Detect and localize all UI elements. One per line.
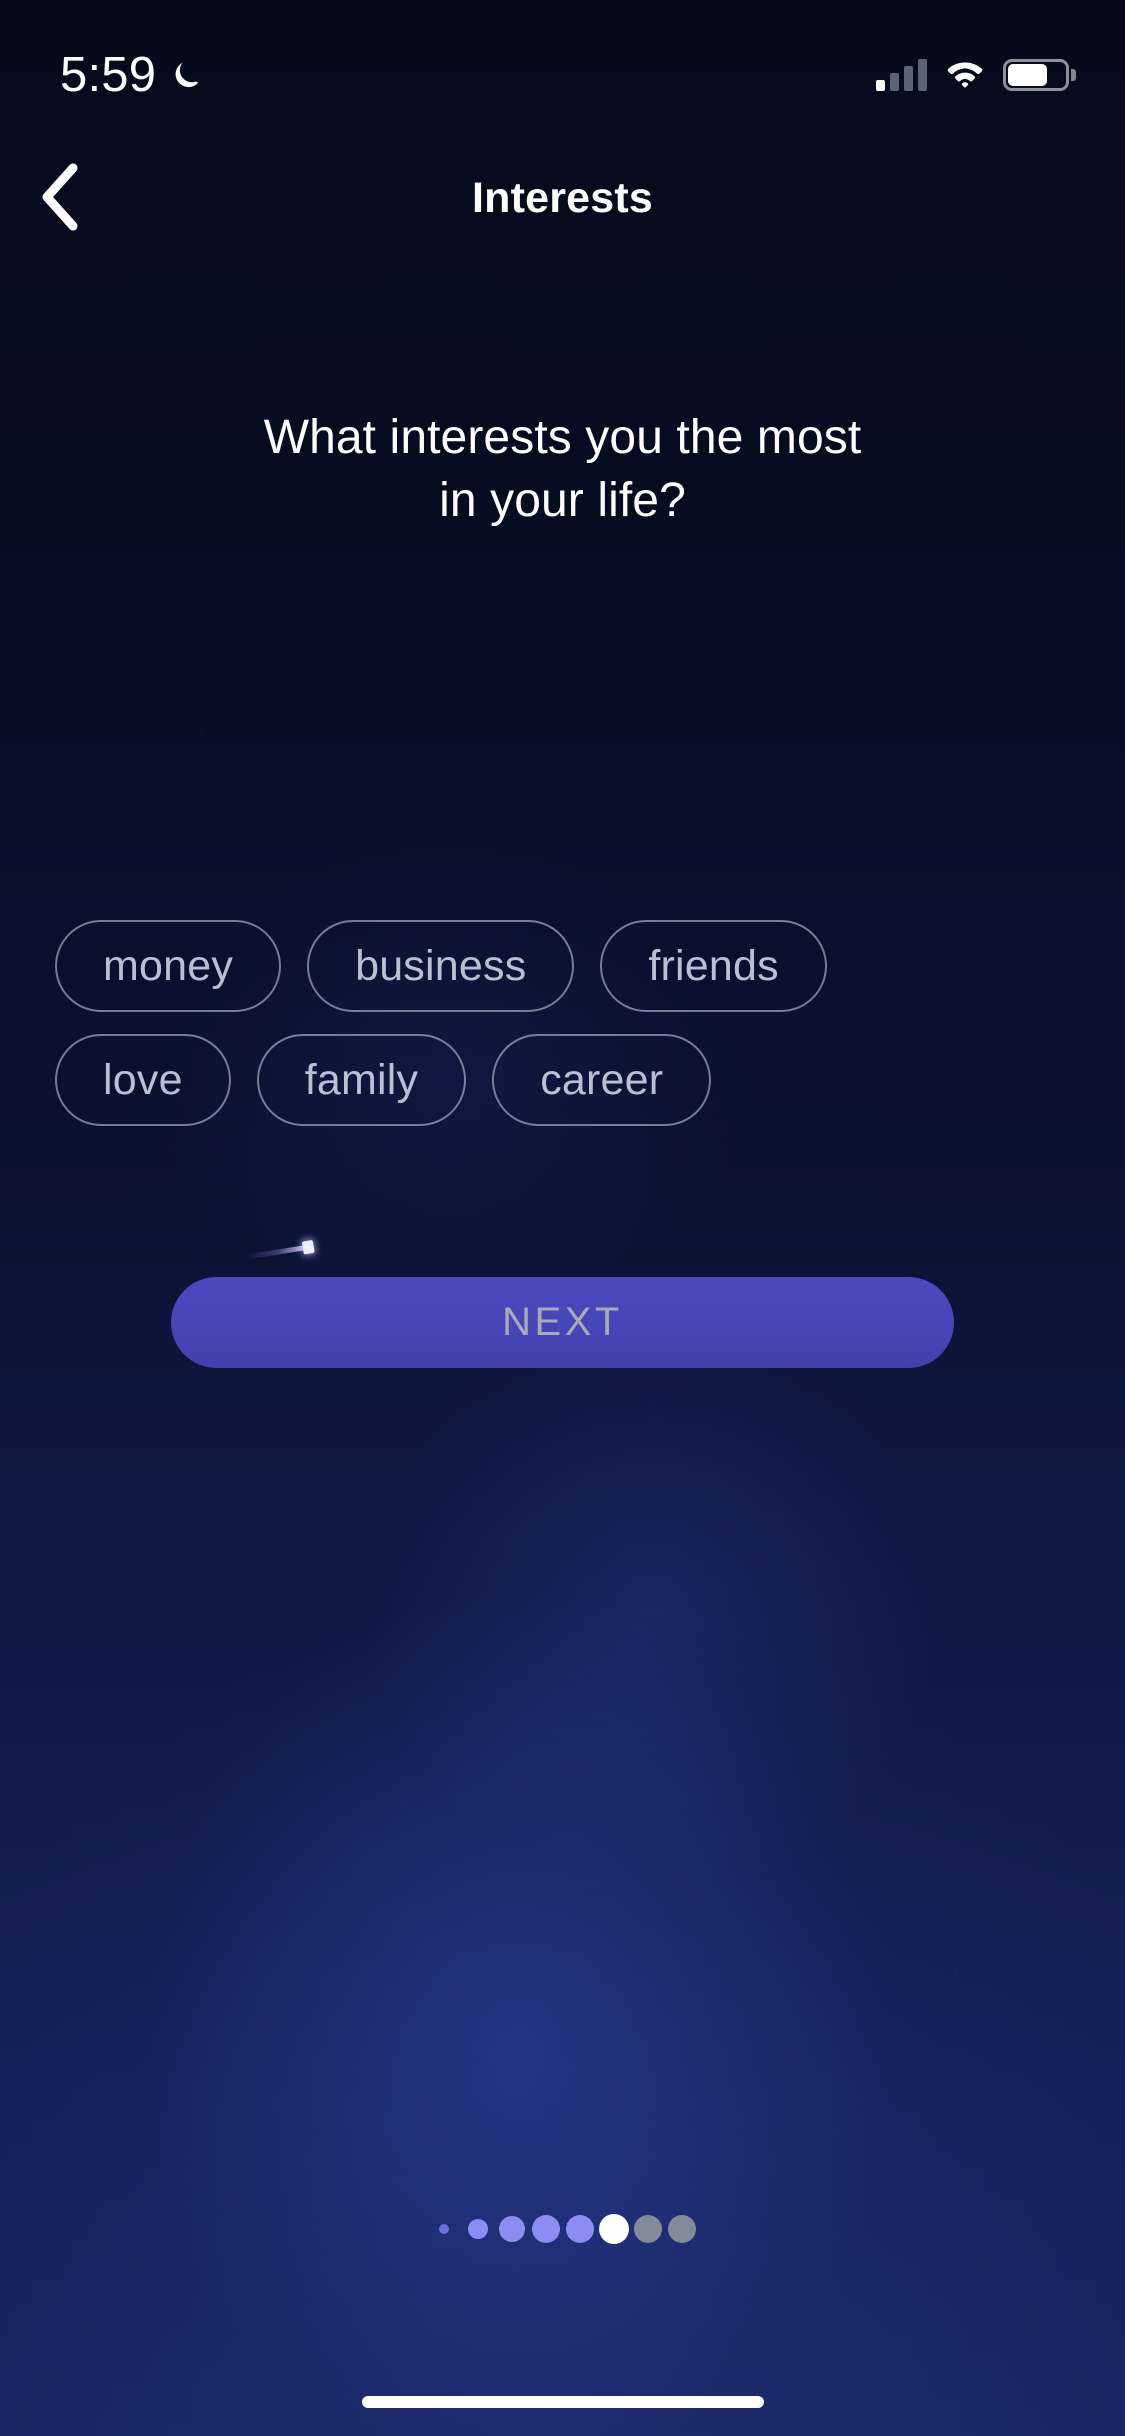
chip-label: friends [648, 941, 779, 990]
page-dot [531, 2215, 560, 2243]
chip-label: career [540, 1055, 664, 1104]
cellular-signal-icon [876, 59, 927, 91]
status-bar-right [876, 58, 1076, 93]
battery-icon [1003, 59, 1076, 91]
page-dot-slot [461, 2219, 495, 2239]
navigation-bar: Interests [0, 155, 1125, 241]
crescent-moon-icon [170, 57, 206, 93]
status-bar: 5:59 [0, 0, 1125, 132]
page-dot [667, 2215, 696, 2243]
status-bar-left: 5:59 [60, 47, 206, 103]
interest-chip-row: money business friends [55, 920, 1070, 1012]
next-button[interactable]: NEXT [171, 1277, 954, 1368]
interest-chip-friends[interactable]: friends [600, 920, 827, 1012]
home-indicator[interactable] [361, 2396, 764, 2408]
page-title: Interests [471, 174, 654, 222]
shooting-star-icon [247, 1237, 315, 1265]
page-dot [633, 2215, 662, 2243]
page-indicator [0, 2214, 1125, 2244]
page-dot-slot [563, 2215, 597, 2243]
page-dot [565, 2215, 594, 2243]
next-button-container: NEXT [171, 1277, 954, 1368]
chip-label: business [355, 941, 527, 990]
page-dot [498, 2216, 525, 2242]
page-dot-slot [495, 2216, 529, 2242]
shooting-star-head [301, 1239, 315, 1255]
wifi-icon [945, 58, 985, 93]
status-bar-clock: 5:59 [60, 48, 157, 102]
page-dot-active [598, 2214, 629, 2244]
app-screen: 5:59 Interests What interests you the mo… [0, 0, 1125, 2436]
page-dot-slot [427, 2224, 461, 2234]
shooting-star-tail [248, 1245, 305, 1260]
interest-chip-family[interactable]: family [256, 1034, 467, 1126]
interest-chip-group: money business friends love family caree… [55, 920, 1070, 1148]
page-dot [467, 2219, 488, 2239]
interest-chip-love[interactable]: love [55, 1034, 231, 1126]
chip-label: love [103, 1055, 183, 1104]
background-grain [0, 0, 1125, 2436]
interest-chip-career[interactable]: career [492, 1034, 712, 1126]
question-line-2: in your life? [439, 474, 686, 527]
interest-chip-row: love family career [55, 1034, 1070, 1126]
chip-label: family [304, 1055, 419, 1104]
page-dot-slot [631, 2215, 665, 2243]
interest-chip-money[interactable]: money [55, 920, 282, 1012]
chip-label: money [103, 941, 234, 990]
page-dot-slot [529, 2215, 563, 2243]
interest-chip-business[interactable]: business [307, 920, 575, 1012]
page-dot [438, 2224, 449, 2234]
page-dot-slot [597, 2214, 631, 2244]
question-line-1: What interests you the most [263, 411, 862, 464]
question-text: What interests you the most in your life… [0, 406, 1125, 532]
next-button-label: NEXT [502, 1300, 623, 1344]
page-dot-slot [665, 2215, 699, 2243]
